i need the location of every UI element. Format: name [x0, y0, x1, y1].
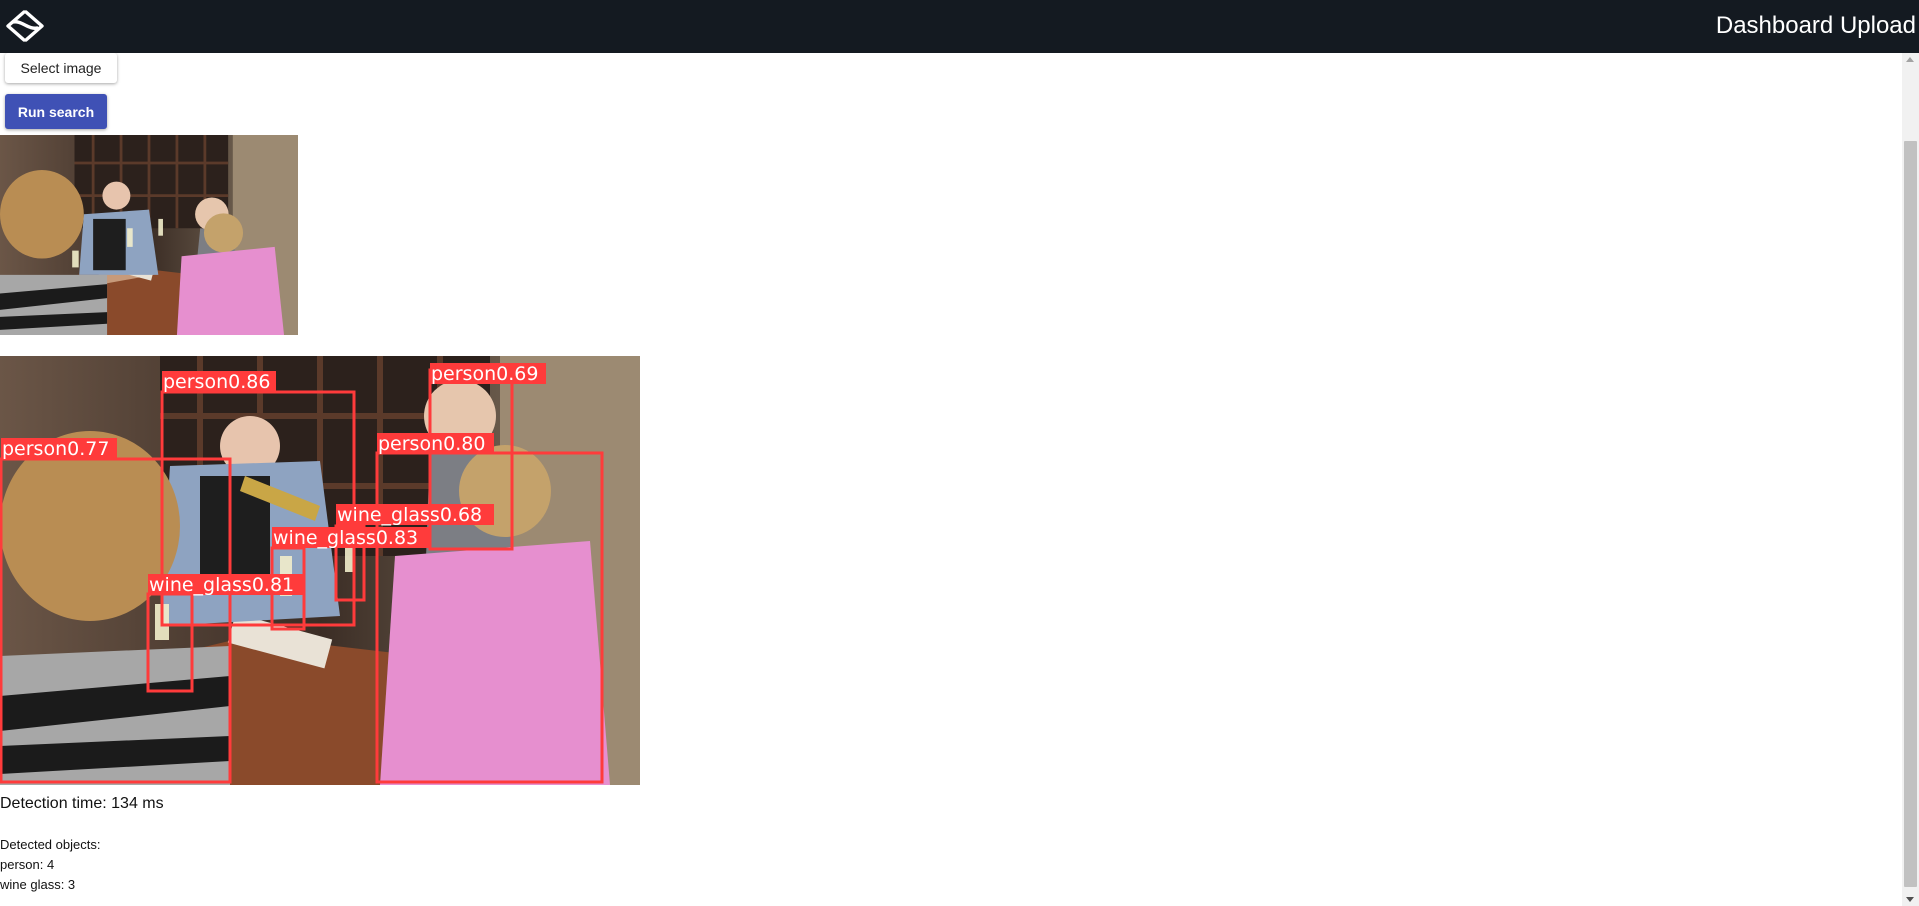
detection-label: wine_glass0.68 — [337, 504, 482, 526]
detection-label: person0.69 — [431, 363, 538, 385]
scrollbar-thumb[interactable] — [1904, 141, 1917, 887]
detection-label: person0.77 — [2, 438, 109, 460]
run-search-button[interactable]: Run search — [5, 94, 107, 129]
page-title: Dashboard Upload — [1715, 12, 1916, 39]
top-app-bar: Dashboard Upload — [0, 0, 1919, 53]
detected-objects-heading: Detected objects: — [0, 837, 101, 852]
detected-count-item: wine glass: 3 — [0, 877, 76, 892]
scroll-up-arrow-icon[interactable] — [1906, 57, 1914, 62]
swirl-logo-icon[interactable] — [3, 7, 47, 45]
uploaded-image-preview — [0, 135, 298, 335]
detection-label: person0.86 — [163, 371, 270, 393]
detection-label: wine_glass0.83 — [273, 527, 418, 549]
vertical-scrollbar[interactable] — [1902, 53, 1919, 906]
scroll-down-arrow-icon[interactable] — [1906, 897, 1914, 902]
detection-time: Detection time: 134 ms — [0, 795, 164, 812]
main-content: Select image Run search person0.86 perso… — [0, 53, 1902, 906]
detection-label: wine_glass0.81 — [149, 574, 294, 596]
detection-result-image: person0.86 person0.69 person0.77 person0… — [0, 356, 640, 785]
select-image-button[interactable]: Select image — [5, 53, 117, 83]
detected-count-item: person: 4 — [0, 857, 55, 872]
detection-label: person0.80 — [378, 433, 485, 455]
detected-objects-list: Detected objects: person: 4 wine glass: … — [0, 835, 100, 895]
